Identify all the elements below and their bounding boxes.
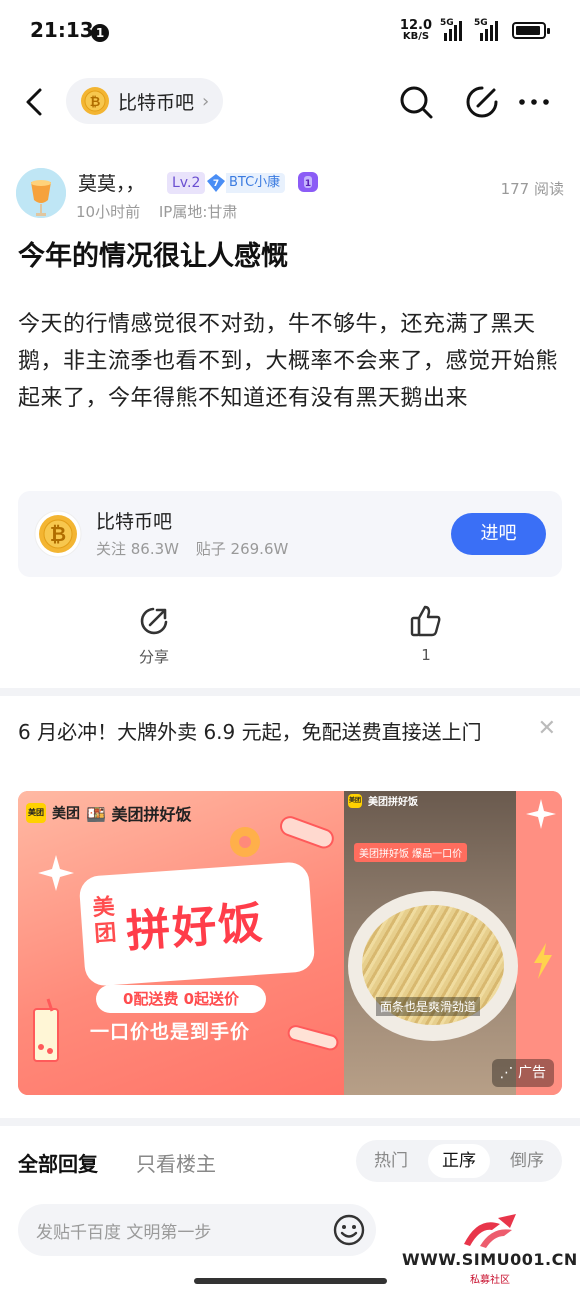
author-name[interactable]: 莫莫，，	[78, 169, 145, 196]
svg-text:₿: ₿	[90, 95, 101, 110]
comment-placeholder: 发贴千百度 文明第一步	[36, 1223, 212, 1243]
clock: 21:13	[30, 18, 94, 42]
noodle-photo: 美团 美团拼好饭 美团拼好饭 爆品一口价 面条也是爽滑劲道	[344, 791, 518, 1095]
join-forum-button[interactable]: 进吧	[451, 513, 546, 555]
search-icon[interactable]	[396, 82, 436, 122]
ip-location: IP属地:甘肃	[158, 203, 238, 221]
thumbs-up-icon	[410, 605, 441, 637]
share-label: 分享	[138, 648, 169, 666]
view-count: 177 阅读	[500, 180, 564, 198]
watermark-url: WWW.SIMU001.CN	[402, 1250, 578, 1269]
sort-toggle: 热门 正序 倒序	[356, 1140, 562, 1182]
divider	[0, 1118, 580, 1126]
sparkle-icon	[38, 855, 74, 891]
signal-icon: 5G	[474, 18, 504, 41]
signal-icon: 5G	[440, 18, 466, 41]
like-button[interactable]: 1	[386, 604, 466, 664]
emoji-icon[interactable]	[332, 1213, 366, 1247]
sort-descending[interactable]: 倒序	[496, 1144, 558, 1178]
posts-count: 贴子 269.6W	[195, 540, 289, 558]
ad-label: ⋰ 广告	[491, 1059, 554, 1087]
diamond-icon: 7	[207, 174, 225, 192]
ad-headline: 美团 拼好饭	[78, 861, 316, 987]
tab-only-op[interactable]: 只看楼主	[136, 1148, 216, 1177]
home-indicator[interactable]	[194, 1278, 387, 1284]
network-speed: 12.0 KB/S	[399, 18, 432, 42]
forum-card[interactable]: ₿ 比特币吧 关注 86.3W 贴子 269.6W 进吧	[18, 491, 562, 577]
ad-brand: 美团 美团 🍱 美团拼好饭	[26, 801, 192, 825]
forum-card-name: 比特币吧	[96, 511, 173, 533]
medal-icon: 1	[298, 172, 318, 192]
pinhaofan-logo: 🍱 美团拼好饭	[86, 805, 192, 824]
status-icons: 12.0 KB/S 5G 5G	[399, 18, 550, 42]
svg-text:1: 1	[305, 179, 311, 189]
sort-ascending[interactable]: 正序	[428, 1144, 490, 1178]
photo-banner: 美团拼好饭 爆品一口价	[354, 843, 468, 862]
reply-tabs: 全部回复 只看楼主 热门 正序 倒序	[18, 1140, 562, 1184]
post-meta: 10小时前 IP属地:甘肃	[76, 201, 251, 222]
like-count: 1	[421, 646, 431, 664]
post-author-row: 莫莫，， Lv.2 7 BTC小康 1 10小时前 IP属地:甘肃 177 阅读	[16, 166, 564, 226]
comment-input[interactable]: 发贴千百度 文明第一步	[18, 1204, 376, 1256]
watermark: WWW.SIMU001.CN 私募社区	[402, 1210, 577, 1290]
more-icon[interactable]	[514, 82, 554, 122]
back-arrow-icon[interactable]	[20, 84, 50, 120]
svg-text:₿: ₿	[50, 522, 66, 546]
lightning-icon	[534, 943, 552, 979]
bitcoin-icon: ₿	[34, 510, 82, 558]
close-icon[interactable]: ✕	[538, 716, 556, 741]
bitcoin-icon: ₿	[81, 87, 109, 115]
photo-caption: 面条也是爽滑劲道	[376, 997, 481, 1016]
divider	[0, 688, 580, 696]
avatar[interactable]	[16, 168, 66, 218]
post-title: 今年的情况很让人感慨	[18, 241, 288, 272]
fan-badge: 7 BTC小康	[206, 172, 286, 194]
forum-name: 比特币吧	[118, 91, 195, 114]
sparkle-icon	[526, 799, 556, 829]
sort-hot[interactable]: 热门	[360, 1144, 422, 1178]
donut-icon	[230, 827, 260, 857]
level-badge: Lv.2	[167, 172, 206, 194]
post-time: 10小时前	[76, 203, 141, 221]
post-actions: 分享 1	[0, 604, 580, 674]
meituan-logo: 美团	[26, 803, 46, 823]
edit-icon[interactable]	[462, 82, 502, 122]
watermark-logo	[464, 1214, 516, 1248]
tab-all-replies[interactable]: 全部回复	[18, 1148, 98, 1177]
drink-cup-icon	[33, 998, 59, 1062]
ad-promo: 0配送费 0起送价	[96, 985, 266, 1013]
comment-bar: 发贴千百度 文明第一步 WWW.SIMU001.CN 私募社区	[0, 1196, 580, 1295]
post-body: 今天的行情感觉很不对劲，牛不够牛，还充满了黑天鹅，非主流季也看不到，大概率不会来…	[18, 312, 559, 411]
ad-slogan: 一口价也是到手价	[90, 1021, 251, 1043]
ad-banner[interactable]: 美团 美团 🍱 美团拼好饭 美团 拼好饭 0配送费 0起送价 一口价也是到手价 …	[18, 791, 562, 1095]
followers-count: 关注 86.3W	[96, 540, 179, 558]
share-icon	[140, 607, 168, 635]
chevron-right-icon: ›	[202, 90, 210, 112]
sausage-icon	[287, 1025, 339, 1051]
notification-badge: 1	[91, 24, 109, 42]
battery-icon	[512, 22, 550, 39]
sausage-icon	[280, 816, 334, 849]
top-nav: ₿ 比特币吧 ›	[0, 72, 580, 132]
forum-stats: 关注 86.3W 贴子 269.6W	[96, 538, 300, 559]
watermark-sub: 私募社区	[470, 1275, 510, 1286]
forum-link[interactable]: ₿ 比特币吧 ›	[66, 78, 224, 124]
ad-text[interactable]: 6 月必冲！大牌外卖 6.9 元起，免配送费直接送上门	[18, 716, 518, 749]
ad-photo-panel: 美团 美团拼好饭 美团拼好饭 爆品一口价 面条也是爽滑劲道 ⋰ 广告	[344, 791, 562, 1095]
svg-text:7: 7	[213, 179, 219, 189]
status-bar: 21:13 1 12.0 KB/S 5G 5G	[0, 0, 580, 64]
share-button[interactable]: 分享	[114, 604, 194, 667]
ad-artwork: 美团 美团 🍱 美团拼好饭 美团 拼好饭 0配送费 0起送价 一口价也是到手价	[18, 791, 344, 1095]
